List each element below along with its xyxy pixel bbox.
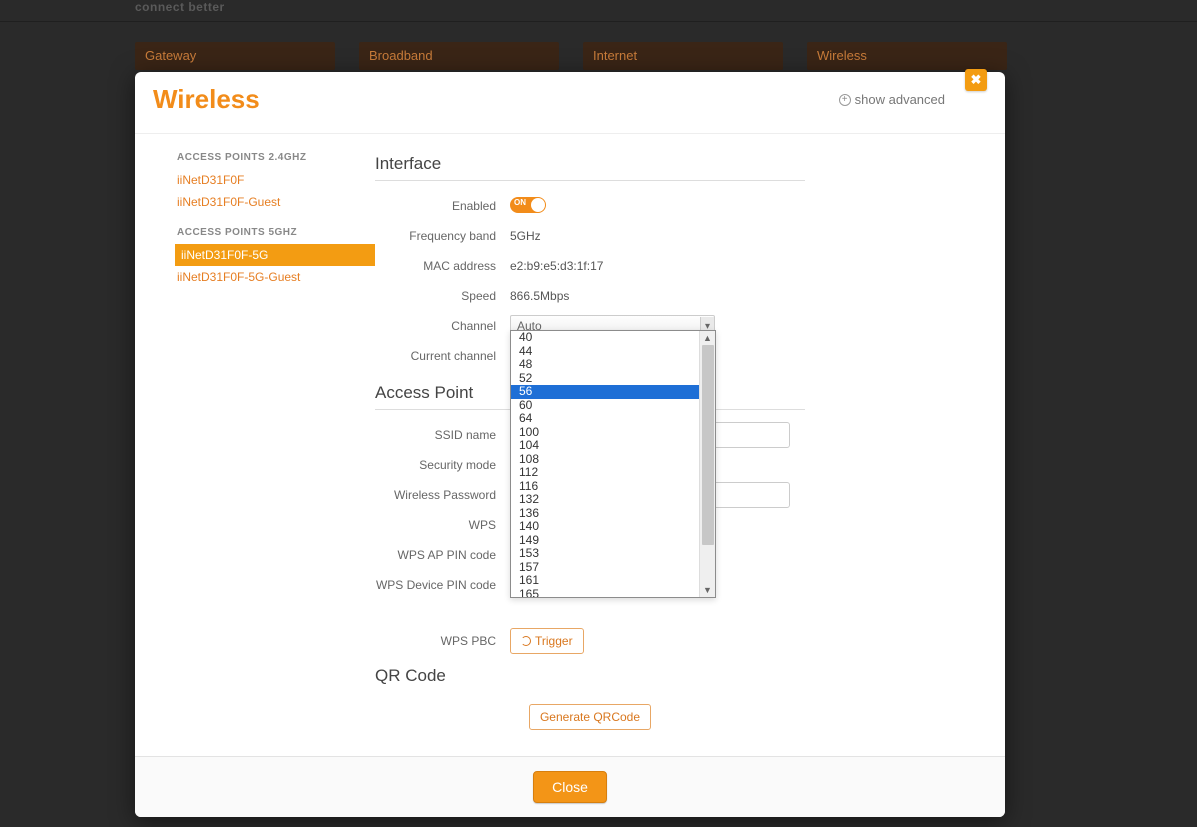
modal-title: Wireless [153, 84, 260, 115]
channel-option-136[interactable]: 136 [511, 507, 699, 521]
refresh-icon [521, 636, 531, 646]
channel-option-165[interactable]: 165 [511, 588, 699, 598]
show-advanced-toggle[interactable]: + show advanced [839, 92, 985, 107]
toggle-on-label: ON [514, 198, 526, 207]
channel-option-52[interactable]: 52 [511, 372, 699, 386]
label-wps-device-pin: WPS Device PIN code [375, 578, 510, 592]
trigger-button[interactable]: Trigger [510, 628, 584, 654]
scrollbar-thumb[interactable] [702, 345, 714, 545]
channel-option-64[interactable]: 64 [511, 412, 699, 426]
channel-dropdown-list: 4044485256606410010410811211613213614014… [511, 331, 699, 597]
label-channel: Channel [375, 319, 510, 333]
channel-option-60[interactable]: 60 [511, 399, 699, 413]
scroll-up-icon: ▲ [700, 331, 715, 345]
channel-option-116[interactable]: 116 [511, 480, 699, 494]
channel-option-56[interactable]: 56 [511, 385, 699, 399]
channel-option-44[interactable]: 44 [511, 345, 699, 359]
label-wps: WPS [375, 518, 510, 532]
generate-qrcode-label: Generate QRCode [540, 710, 640, 724]
channel-option-100[interactable]: 100 [511, 426, 699, 440]
channel-option-153[interactable]: 153 [511, 547, 699, 561]
show-advanced-label: show advanced [855, 92, 945, 107]
channel-option-40[interactable]: 40 [511, 331, 699, 345]
content-area: Interface Enabled ON Frequency band 5GHz [375, 134, 1005, 756]
label-security: Security mode [375, 458, 510, 472]
page-root: connect better Gateway Broadband Interne… [0, 0, 1197, 827]
label-enabled: Enabled [375, 199, 510, 213]
modal-close-button[interactable]: ✖ [965, 69, 987, 91]
wireless-modal: ✖ Wireless + show advanced ACCESS POINTS… [135, 72, 1005, 817]
sidebar-group-title-24ghz: ACCESS POINTS 2.4GHZ [177, 152, 375, 163]
label-wps-ap-pin: WPS AP PIN code [375, 548, 510, 562]
modal-body: ACCESS POINTS 2.4GHZ iiNetD31F0F iiNetD3… [135, 134, 1005, 756]
channel-option-108[interactable]: 108 [511, 453, 699, 467]
sidebar-item-iinetd31f0f-5g[interactable]: iiNetD31F0F-5G [175, 244, 375, 266]
label-ssid: SSID name [375, 428, 510, 442]
channel-option-132[interactable]: 132 [511, 493, 699, 507]
sidebar-item-iinetd31f0f[interactable]: iiNetD31F0F [175, 169, 375, 191]
sidebar-item-iinetd31f0f-5g-guest[interactable]: iiNetD31F0F-5G-Guest [175, 266, 375, 288]
scroll-down-icon: ▼ [700, 583, 715, 597]
label-wps-pbc: WPS PBC [375, 634, 510, 648]
enabled-toggle[interactable]: ON [510, 197, 546, 213]
dropdown-scrollbar[interactable]: ▲ ▼ [699, 331, 715, 597]
channel-option-48[interactable]: 48 [511, 358, 699, 372]
value-frequency: 5GHz [510, 229, 955, 243]
sidebar-group-title-5ghz: ACCESS POINTS 5GHZ [177, 227, 375, 238]
section-interface-title: Interface [375, 154, 805, 181]
sidebar-group-5ghz: ACCESS POINTS 5GHZ iiNetD31F0F-5G iiNetD… [177, 227, 375, 288]
label-speed: Speed [375, 289, 510, 303]
channel-option-161[interactable]: 161 [511, 574, 699, 588]
modal-backdrop: ✖ Wireless + show advanced ACCESS POINTS… [0, 0, 1197, 827]
channel-option-140[interactable]: 140 [511, 520, 699, 534]
trigger-label: Trigger [535, 634, 573, 648]
label-password: Wireless Password [375, 488, 510, 502]
value-mac: e2:b9:e5:d3:1f:17 [510, 259, 955, 273]
close-button[interactable]: Close [533, 771, 607, 803]
generate-qrcode-button[interactable]: Generate QRCode [529, 704, 651, 730]
modal-header: Wireless + show advanced [135, 72, 1005, 134]
channel-option-149[interactable]: 149 [511, 534, 699, 548]
plus-icon: + [839, 94, 851, 106]
channel-option-104[interactable]: 104 [511, 439, 699, 453]
modal-footer: Close [135, 756, 1005, 817]
close-icon: ✖ [971, 72, 982, 87]
sidebar-item-iinetd31f0f-guest[interactable]: iiNetD31F0F-Guest [175, 191, 375, 213]
label-mac: MAC address [375, 259, 510, 273]
sidebar-group-24ghz: ACCESS POINTS 2.4GHZ iiNetD31F0F iiNetD3… [177, 152, 375, 213]
label-frequency: Frequency band [375, 229, 510, 243]
channel-option-157[interactable]: 157 [511, 561, 699, 575]
channel-dropdown: 4044485256606410010410811211613213614014… [510, 330, 716, 598]
sidebar: ACCESS POINTS 2.4GHZ iiNetD31F0F iiNetD3… [135, 134, 375, 756]
section-qr-title: QR Code [375, 666, 805, 692]
label-current-channel: Current channel [375, 349, 510, 363]
channel-option-112[interactable]: 112 [511, 466, 699, 480]
value-speed: 866.5Mbps [510, 289, 955, 303]
